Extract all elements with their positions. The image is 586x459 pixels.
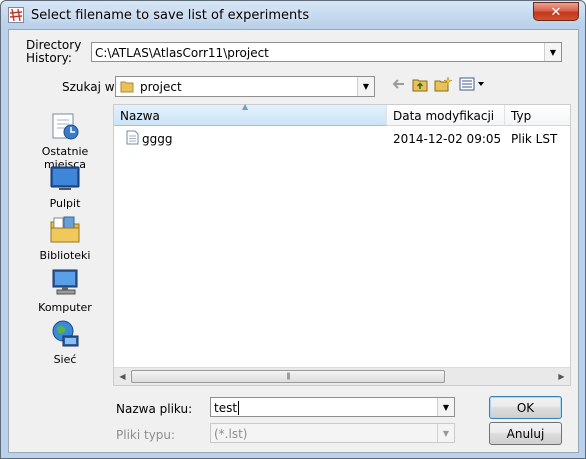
view-menu-icon[interactable] bbox=[459, 77, 485, 95]
network-icon bbox=[49, 318, 81, 350]
folder-icon bbox=[120, 80, 134, 96]
app-icon[interactable] bbox=[8, 7, 24, 23]
place-network[interactable]: Sieć bbox=[19, 316, 111, 368]
place-desktop[interactable]: Pulpit bbox=[19, 160, 111, 212]
filename-input[interactable]: test bbox=[214, 401, 240, 415]
file-type: Plik LST bbox=[511, 132, 558, 146]
chevron-down-icon[interactable]: ▼ bbox=[437, 424, 454, 442]
look-in-value: project bbox=[140, 80, 182, 94]
column-header-name[interactable]: ▲ Nazwa bbox=[114, 102, 387, 126]
filetype-value: (*.lst) bbox=[214, 427, 248, 441]
ok-button[interactable]: OK bbox=[489, 396, 562, 419]
filetype-label: Pliki typu: bbox=[116, 428, 176, 442]
column-header-label: Data modyfikacji bbox=[393, 109, 495, 123]
place-libraries[interactable]: Biblioteki bbox=[19, 212, 111, 264]
place-label: Pulpit bbox=[49, 197, 81, 210]
chevron-down-icon[interactable]: ▼ bbox=[357, 77, 374, 96]
directory-history-combo[interactable]: C:\ATLAS\AtlasCorr11\project ▼ bbox=[91, 42, 562, 62]
horizontal-scrollbar[interactable]: ◀ ||| ▶ bbox=[114, 367, 570, 385]
close-icon: ✕ bbox=[550, 4, 562, 19]
filename-combo[interactable]: test ▼ bbox=[210, 397, 455, 417]
desktop-icon bbox=[49, 162, 81, 194]
look-in-combo[interactable]: project ▼ bbox=[115, 76, 375, 97]
filename-label: Nazwa pliku: bbox=[116, 402, 193, 416]
scrollbar-thumb[interactable]: ||| bbox=[131, 370, 445, 383]
window-title: Select filename to save list of experime… bbox=[31, 8, 310, 23]
file-row[interactable]: gggg 2014-12-02 09:05 Plik LST bbox=[114, 128, 570, 148]
chevron-down-icon[interactable]: ▼ bbox=[544, 43, 561, 61]
title-bar[interactable]: Select filename to save list of experime… bbox=[1, 1, 585, 29]
scroll-right-icon[interactable]: ▶ bbox=[553, 368, 570, 385]
computer-icon bbox=[49, 266, 81, 298]
back-arrow-icon[interactable] bbox=[391, 77, 405, 95]
cancel-button[interactable]: Anuluj bbox=[489, 422, 562, 445]
scroll-left-icon[interactable]: ◀ bbox=[114, 368, 131, 385]
column-header-label: Typ bbox=[511, 109, 532, 123]
new-folder-icon[interactable] bbox=[434, 76, 453, 95]
cancel-button-label: Anuluj bbox=[506, 426, 545, 441]
directory-history-label: Directory History: bbox=[26, 39, 81, 65]
libraries-icon bbox=[49, 214, 81, 246]
chevron-down-icon[interactable]: ▼ bbox=[437, 398, 454, 416]
save-dialog-window: Select filename to save list of experime… bbox=[0, 0, 586, 459]
ok-button-label: OK bbox=[516, 400, 535, 415]
place-label: Sieć bbox=[53, 353, 77, 366]
look-in-label: Szukaj w: bbox=[62, 80, 118, 94]
file-icon bbox=[126, 130, 139, 148]
place-recent[interactable]: Ostatnie miejsca bbox=[19, 108, 111, 171]
place-computer[interactable]: Komputer bbox=[19, 264, 111, 316]
column-header-type[interactable]: Typ bbox=[505, 105, 570, 126]
file-name: gggg bbox=[142, 132, 173, 146]
column-header-label: Nazwa bbox=[120, 109, 160, 123]
place-label: Komputer bbox=[38, 301, 92, 314]
column-header-modified[interactable]: Data modyfikacji bbox=[387, 105, 505, 126]
directory-history-value: C:\ATLAS\AtlasCorr11\project bbox=[95, 46, 269, 60]
dialog-body: Directory History: C:\ATLAS\AtlasCorr11\… bbox=[8, 29, 579, 453]
places-bar: Ostatnie miejsca Pulpit Biblioteki Kompu… bbox=[19, 100, 111, 382]
file-modified: 2014-12-02 09:05 bbox=[393, 132, 502, 146]
close-button[interactable]: ✕ bbox=[533, 2, 579, 21]
sort-ascending-icon: ▲ bbox=[242, 102, 249, 111]
place-label: Biblioteki bbox=[39, 249, 91, 262]
file-list-view[interactable]: ▲ Nazwa Data modyfikacji Typ gggg 2014-1… bbox=[113, 102, 571, 386]
recent-places-icon bbox=[49, 110, 81, 142]
up-folder-icon[interactable] bbox=[412, 77, 428, 95]
directory-history-label-line2: History: bbox=[26, 51, 72, 65]
filetype-combo[interactable]: (*.lst) ▼ bbox=[210, 423, 455, 443]
